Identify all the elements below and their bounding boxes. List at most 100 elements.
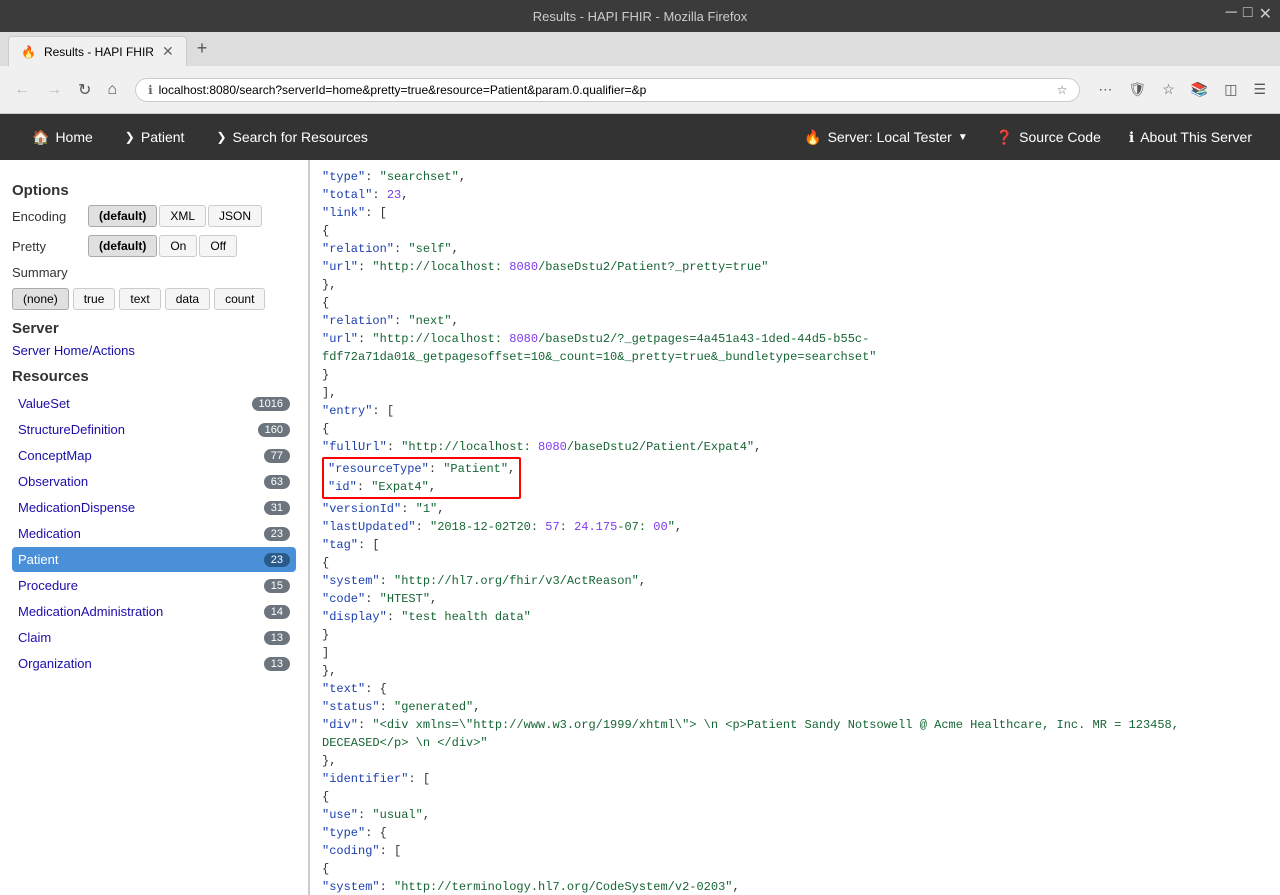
nav-search-label: Search for Resources xyxy=(233,129,368,145)
chevron-icon: ❯ xyxy=(125,130,135,144)
back-button[interactable]: ← xyxy=(8,77,36,103)
main-layout: Options Encoding (default) XML JSON Pret… xyxy=(0,160,1280,895)
summary-none-btn[interactable]: (none) xyxy=(12,288,69,310)
lock-icon: ℹ xyxy=(148,83,153,97)
server-home-link[interactable]: Server Home/Actions xyxy=(12,343,296,358)
about-label: About This Server xyxy=(1140,129,1252,145)
restore-btn[interactable]: □ xyxy=(1243,4,1253,24)
json-line: "type": "searchset", xyxy=(322,168,1268,186)
resources-title: Resources xyxy=(12,368,296,385)
resource-badge: 14 xyxy=(264,605,290,619)
address-bar: ℹ ☆ xyxy=(135,78,1080,102)
resource-badge: 77 xyxy=(264,449,290,463)
json-line: "entry": [ xyxy=(322,402,1268,420)
resource-badge: 63 xyxy=(264,475,290,489)
json-line: "relation": "self", xyxy=(322,240,1268,258)
nav-patient[interactable]: ❯ Patient xyxy=(109,117,201,157)
summary-text-btn[interactable]: text xyxy=(119,288,160,310)
summary-true-btn[interactable]: true xyxy=(73,288,116,310)
resource-badge: 31 xyxy=(264,501,290,515)
encoding-xml-btn[interactable]: XML xyxy=(159,205,206,227)
json-line: { xyxy=(322,554,1268,572)
resource-item-conceptmap[interactable]: ConceptMap 77 xyxy=(12,443,296,468)
resource-name: MedicationAdministration xyxy=(18,604,163,619)
json-line: "url": "http://localhost: 8080/baseDstu2… xyxy=(322,258,1268,276)
resource-item-medicationadministration[interactable]: MedicationAdministration 14 xyxy=(12,599,296,624)
json-highlight-box: "resourceType": "Patient", "id": "Expat4… xyxy=(322,457,521,499)
json-line: "system": "http://terminology.hl7.org/Co… xyxy=(322,878,1268,895)
source-code-label: Source Code xyxy=(1019,129,1101,145)
resource-badge: 1016 xyxy=(252,397,290,411)
json-line: }, xyxy=(322,662,1268,680)
new-tab-button[interactable]: + xyxy=(191,38,214,59)
resource-name: Medication xyxy=(18,526,81,541)
resource-item-claim[interactable]: Claim 13 xyxy=(12,625,296,650)
json-line: "total": 23, xyxy=(322,186,1268,204)
nav-right: 🔥 Server: Local Tester ▼ ❓ Source Code ℹ… xyxy=(792,121,1264,154)
resource-item-organization[interactable]: Organization 13 xyxy=(12,651,296,676)
json-line: { xyxy=(322,788,1268,806)
menu-btn[interactable]: ☰ xyxy=(1247,77,1272,102)
json-line: "display": "test health data" xyxy=(322,608,1268,626)
resource-name: Patient xyxy=(18,552,58,567)
more-tools-btn[interactable]: ⋯ xyxy=(1092,77,1118,102)
sidebar-toggle-btn[interactable]: ◫ xyxy=(1218,77,1243,102)
source-code-btn[interactable]: ❓ Source Code xyxy=(984,121,1113,154)
json-line: "lastUpdated": "2018-12-02T20: 57: 24.17… xyxy=(322,518,1268,536)
tab-close-btn[interactable]: ✕ xyxy=(162,43,174,60)
resource-name: ValueSet xyxy=(18,396,70,411)
home-button[interactable]: ⌂ xyxy=(101,77,123,103)
forward-button[interactable]: → xyxy=(40,77,68,103)
json-line: "relation": "next", xyxy=(322,312,1268,330)
nav-search[interactable]: ❯ Search for Resources xyxy=(200,117,383,157)
toolbar-icons: ⋯ 🛡 ☆ 📚 ◫ ☰ xyxy=(1092,77,1272,102)
source-icon: ❓ xyxy=(996,129,1013,146)
bookmark-icon[interactable]: ☆ xyxy=(1057,83,1068,97)
tab-title: Results - HAPI FHIR xyxy=(44,45,154,59)
close-btn[interactable]: ✕ xyxy=(1259,4,1272,24)
active-tab[interactable]: 🔥 Results - HAPI FHIR ✕ xyxy=(8,36,187,66)
tab-bar: 🔥 Results - HAPI FHIR ✕ + xyxy=(0,32,1280,66)
shield-icon-btn[interactable]: 🛡 xyxy=(1122,77,1152,102)
json-line: { xyxy=(322,222,1268,240)
json-line: ], xyxy=(322,384,1268,402)
minimize-btn[interactable]: ─ xyxy=(1226,4,1237,24)
summary-label: Summary xyxy=(12,265,82,280)
summary-count-btn[interactable]: count xyxy=(214,288,265,310)
resource-badge: 160 xyxy=(258,423,290,437)
pretty-btn-group: (default) On Off xyxy=(88,235,237,257)
encoding-json-btn[interactable]: JSON xyxy=(208,205,262,227)
pretty-default-btn[interactable]: (default) xyxy=(88,235,157,257)
resource-item-structuredefinition[interactable]: StructureDefinition 160 xyxy=(12,417,296,442)
json-line: "tag": [ xyxy=(322,536,1268,554)
resource-item-valueset[interactable]: ValueSet 1016 xyxy=(12,391,296,416)
summary-data-btn[interactable]: data xyxy=(165,288,210,310)
resource-item-patient[interactable]: Patient 23 xyxy=(12,547,296,572)
encoding-label: Encoding xyxy=(12,209,82,224)
json-line: "type": { xyxy=(322,824,1268,842)
server-title: Server xyxy=(12,320,296,337)
library-btn[interactable]: 📚 xyxy=(1185,77,1214,102)
fire-icon: 🔥 xyxy=(804,129,821,146)
pretty-off-btn[interactable]: Off xyxy=(199,235,237,257)
json-line: "coding": [ xyxy=(322,842,1268,860)
resource-name: MedicationDispense xyxy=(18,500,135,515)
resource-item-medication[interactable]: Medication 23 xyxy=(12,521,296,546)
json-line: "fullUrl": "http://localhost: 8080/baseD… xyxy=(322,438,1268,456)
star-btn[interactable]: ☆ xyxy=(1156,77,1181,102)
about-btn[interactable]: ℹ About This Server xyxy=(1117,121,1264,154)
url-input[interactable] xyxy=(159,83,1051,97)
json-line: "link": [ xyxy=(322,204,1268,222)
resource-item-observation[interactable]: Observation 63 xyxy=(12,469,296,494)
refresh-button[interactable]: ↻ xyxy=(72,76,97,104)
json-line: }, xyxy=(322,276,1268,294)
encoding-default-btn[interactable]: (default) xyxy=(88,205,157,227)
encoding-btn-group: (default) XML JSON xyxy=(88,205,262,227)
info-icon: ℹ xyxy=(1129,129,1134,146)
server-btn[interactable]: 🔥 Server: Local Tester ▼ xyxy=(792,121,980,154)
json-line: "status": "generated", xyxy=(322,698,1268,716)
pretty-on-btn[interactable]: On xyxy=(159,235,197,257)
resource-item-medicationdispense[interactable]: MedicationDispense 31 xyxy=(12,495,296,520)
nav-home[interactable]: 🏠 Home xyxy=(16,117,109,158)
resource-item-procedure[interactable]: Procedure 15 xyxy=(12,573,296,598)
